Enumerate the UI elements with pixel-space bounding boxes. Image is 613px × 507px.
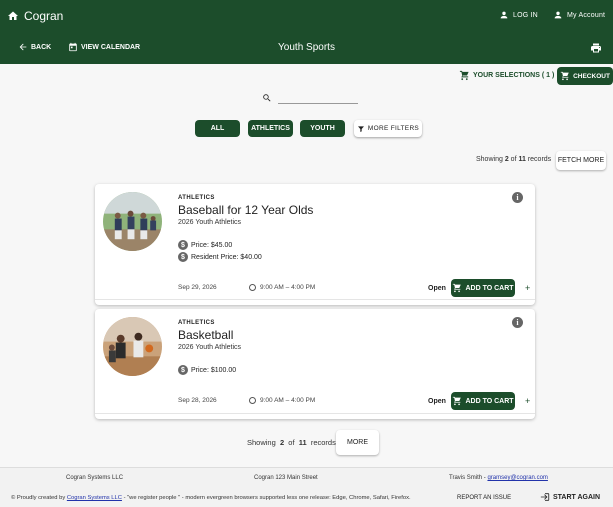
program-name[interactable]: Baseball for 12 Year Olds xyxy=(178,203,313,217)
checkout-button[interactable]: CHECKOUT xyxy=(557,67,613,85)
contact-name: Travis Smith - xyxy=(449,475,486,481)
price-label: Price: $45.00 xyxy=(191,241,233,249)
page-title: Youth Sports xyxy=(278,42,335,53)
your-selections-link[interactable]: YOUR SELECTIONS ( 1 ) xyxy=(459,70,554,81)
price-row: $ Price: $45.00 xyxy=(178,240,232,250)
search-icon xyxy=(263,94,271,102)
expand-plus-icon[interactable]: + xyxy=(525,396,530,406)
start-again-button[interactable]: START AGAIN xyxy=(540,492,600,502)
program-date: Sep 29, 2026 xyxy=(178,284,217,291)
showing-prefix: Showing xyxy=(247,438,276,447)
account-icon xyxy=(554,11,562,19)
more-button[interactable]: MORE xyxy=(336,430,379,455)
of-word: of xyxy=(510,156,517,163)
footer: Cogran Systems LLC Cogran 123 Main Stree… xyxy=(0,467,613,507)
filter-funnel-icon xyxy=(357,125,364,132)
status-badge: Open xyxy=(428,398,446,405)
credit-suffix: - "we register people " - modern evergre… xyxy=(123,495,411,501)
program-card: ATHLETICS Baseball for 12 Year Olds 2026… xyxy=(95,184,535,305)
cart-icon xyxy=(459,70,469,81)
expand-plus-icon[interactable]: + xyxy=(525,283,530,293)
program-time: 9:00 AM – 4:00 PM xyxy=(249,284,315,291)
add-cart-icon xyxy=(453,283,462,293)
showing-prefix: Showing xyxy=(476,156,503,163)
add-cart-icon xyxy=(453,396,462,406)
footer-contact: Travis Smith - gramsey@cogran.com xyxy=(449,475,548,481)
search-bar xyxy=(262,92,358,104)
shown-count: 2 xyxy=(279,438,285,447)
checkout-label: CHECKOUT xyxy=(573,72,610,80)
brand-home-link[interactable]: Cogran xyxy=(7,9,63,23)
login-label: LOG IN xyxy=(513,11,538,19)
dollar-icon: $ xyxy=(178,240,188,250)
add-to-cart-button[interactable]: ADD TO CART xyxy=(451,392,515,410)
program-category: ATHLETICS xyxy=(178,195,215,201)
filter-all-button[interactable]: ALL xyxy=(195,120,240,137)
time-label: 9:00 AM – 4:00 PM xyxy=(260,284,316,291)
top-bar: Cogran LOG IN My Account BACK VIEW CALEN… xyxy=(0,0,613,64)
program-name[interactable]: Basketball xyxy=(178,328,233,342)
info-icon[interactable]: i xyxy=(512,317,523,328)
card-divider xyxy=(95,299,535,300)
account-label: My Account xyxy=(567,11,606,19)
program-card: ATHLETICS Basketball 2026 Youth Athletic… xyxy=(95,309,535,419)
credit-link[interactable]: Cogran Systems LLC xyxy=(67,495,122,501)
add-to-cart-label: ADD TO CART xyxy=(465,284,514,292)
dollar-icon: $ xyxy=(178,252,188,262)
program-category: ATHLETICS xyxy=(178,320,215,326)
user-icon xyxy=(500,11,508,19)
records-word: records xyxy=(527,156,552,163)
more-filters-label: MORE FILTERS xyxy=(367,125,420,132)
of-word: of xyxy=(288,438,295,447)
results-count-bottom: Showing 2 of 11 records xyxy=(247,438,336,447)
price-row: $ Price: $100.00 xyxy=(178,365,236,375)
program-time: 9:00 AM – 4:00 PM xyxy=(249,397,315,404)
clock-icon xyxy=(249,284,256,291)
add-to-cart-label: ADD TO CART xyxy=(465,397,514,405)
status-badge: Open xyxy=(428,285,446,292)
program-season: 2026 Youth Athletics xyxy=(178,219,242,226)
program-photo xyxy=(103,317,162,376)
records-word: records xyxy=(310,438,336,447)
my-account-link[interactable]: My Account xyxy=(553,10,605,20)
add-to-cart-button[interactable]: ADD TO CART xyxy=(451,279,515,297)
total-count: 11 xyxy=(298,438,307,447)
program-date: Sep 28, 2026 xyxy=(178,397,217,404)
more-filters-button[interactable]: MORE FILTERS xyxy=(354,120,422,137)
selections-label: YOUR SELECTIONS ( 1 ) xyxy=(473,72,555,79)
filter-youth-button[interactable]: YOUTH xyxy=(300,120,345,137)
home-icon xyxy=(8,11,18,20)
results-count-top: Showing 2 of 11 records xyxy=(476,156,551,163)
contact-email-link[interactable]: gramsey@cogran.com xyxy=(487,475,547,481)
info-icon[interactable]: i xyxy=(512,192,523,203)
dollar-icon: $ xyxy=(178,365,188,375)
price-label: Price: $100.00 xyxy=(191,366,237,374)
time-label: 9:00 AM – 4:00 PM xyxy=(260,397,316,404)
start-again-label: START AGAIN xyxy=(553,493,601,501)
brand-name: Cogran xyxy=(24,9,64,23)
report-issue-link[interactable]: REPORT AN ISSUE xyxy=(457,495,511,501)
search-input[interactable] xyxy=(278,92,358,104)
exit-icon xyxy=(540,493,550,501)
fetch-more-button[interactable]: FETCH MORE xyxy=(556,151,606,170)
filter-athletics-button[interactable]: ATHLETICS xyxy=(248,120,293,137)
footer-company: Cogran Systems LLC xyxy=(66,475,124,481)
print-icon[interactable] xyxy=(590,42,602,54)
credit-prefix: © Proudly created by xyxy=(11,495,66,501)
resident-price-row: $ Resident Price: $40.00 xyxy=(178,252,262,262)
cart-checkout-icon xyxy=(560,71,569,81)
login-link[interactable]: LOG IN xyxy=(499,10,538,20)
resident-price-label: Resident Price: $40.00 xyxy=(191,253,262,261)
program-photo xyxy=(103,192,162,251)
total-count: 11 xyxy=(518,156,526,163)
footer-address: Cogran 123 Main Street xyxy=(254,475,318,481)
shown-count: 2 xyxy=(504,156,509,163)
program-season: 2026 Youth Athletics xyxy=(178,344,242,351)
clock-icon xyxy=(249,397,256,404)
footer-credit: © Proudly created by Cogran Systems LLC … xyxy=(11,495,411,501)
card-divider xyxy=(95,413,535,414)
